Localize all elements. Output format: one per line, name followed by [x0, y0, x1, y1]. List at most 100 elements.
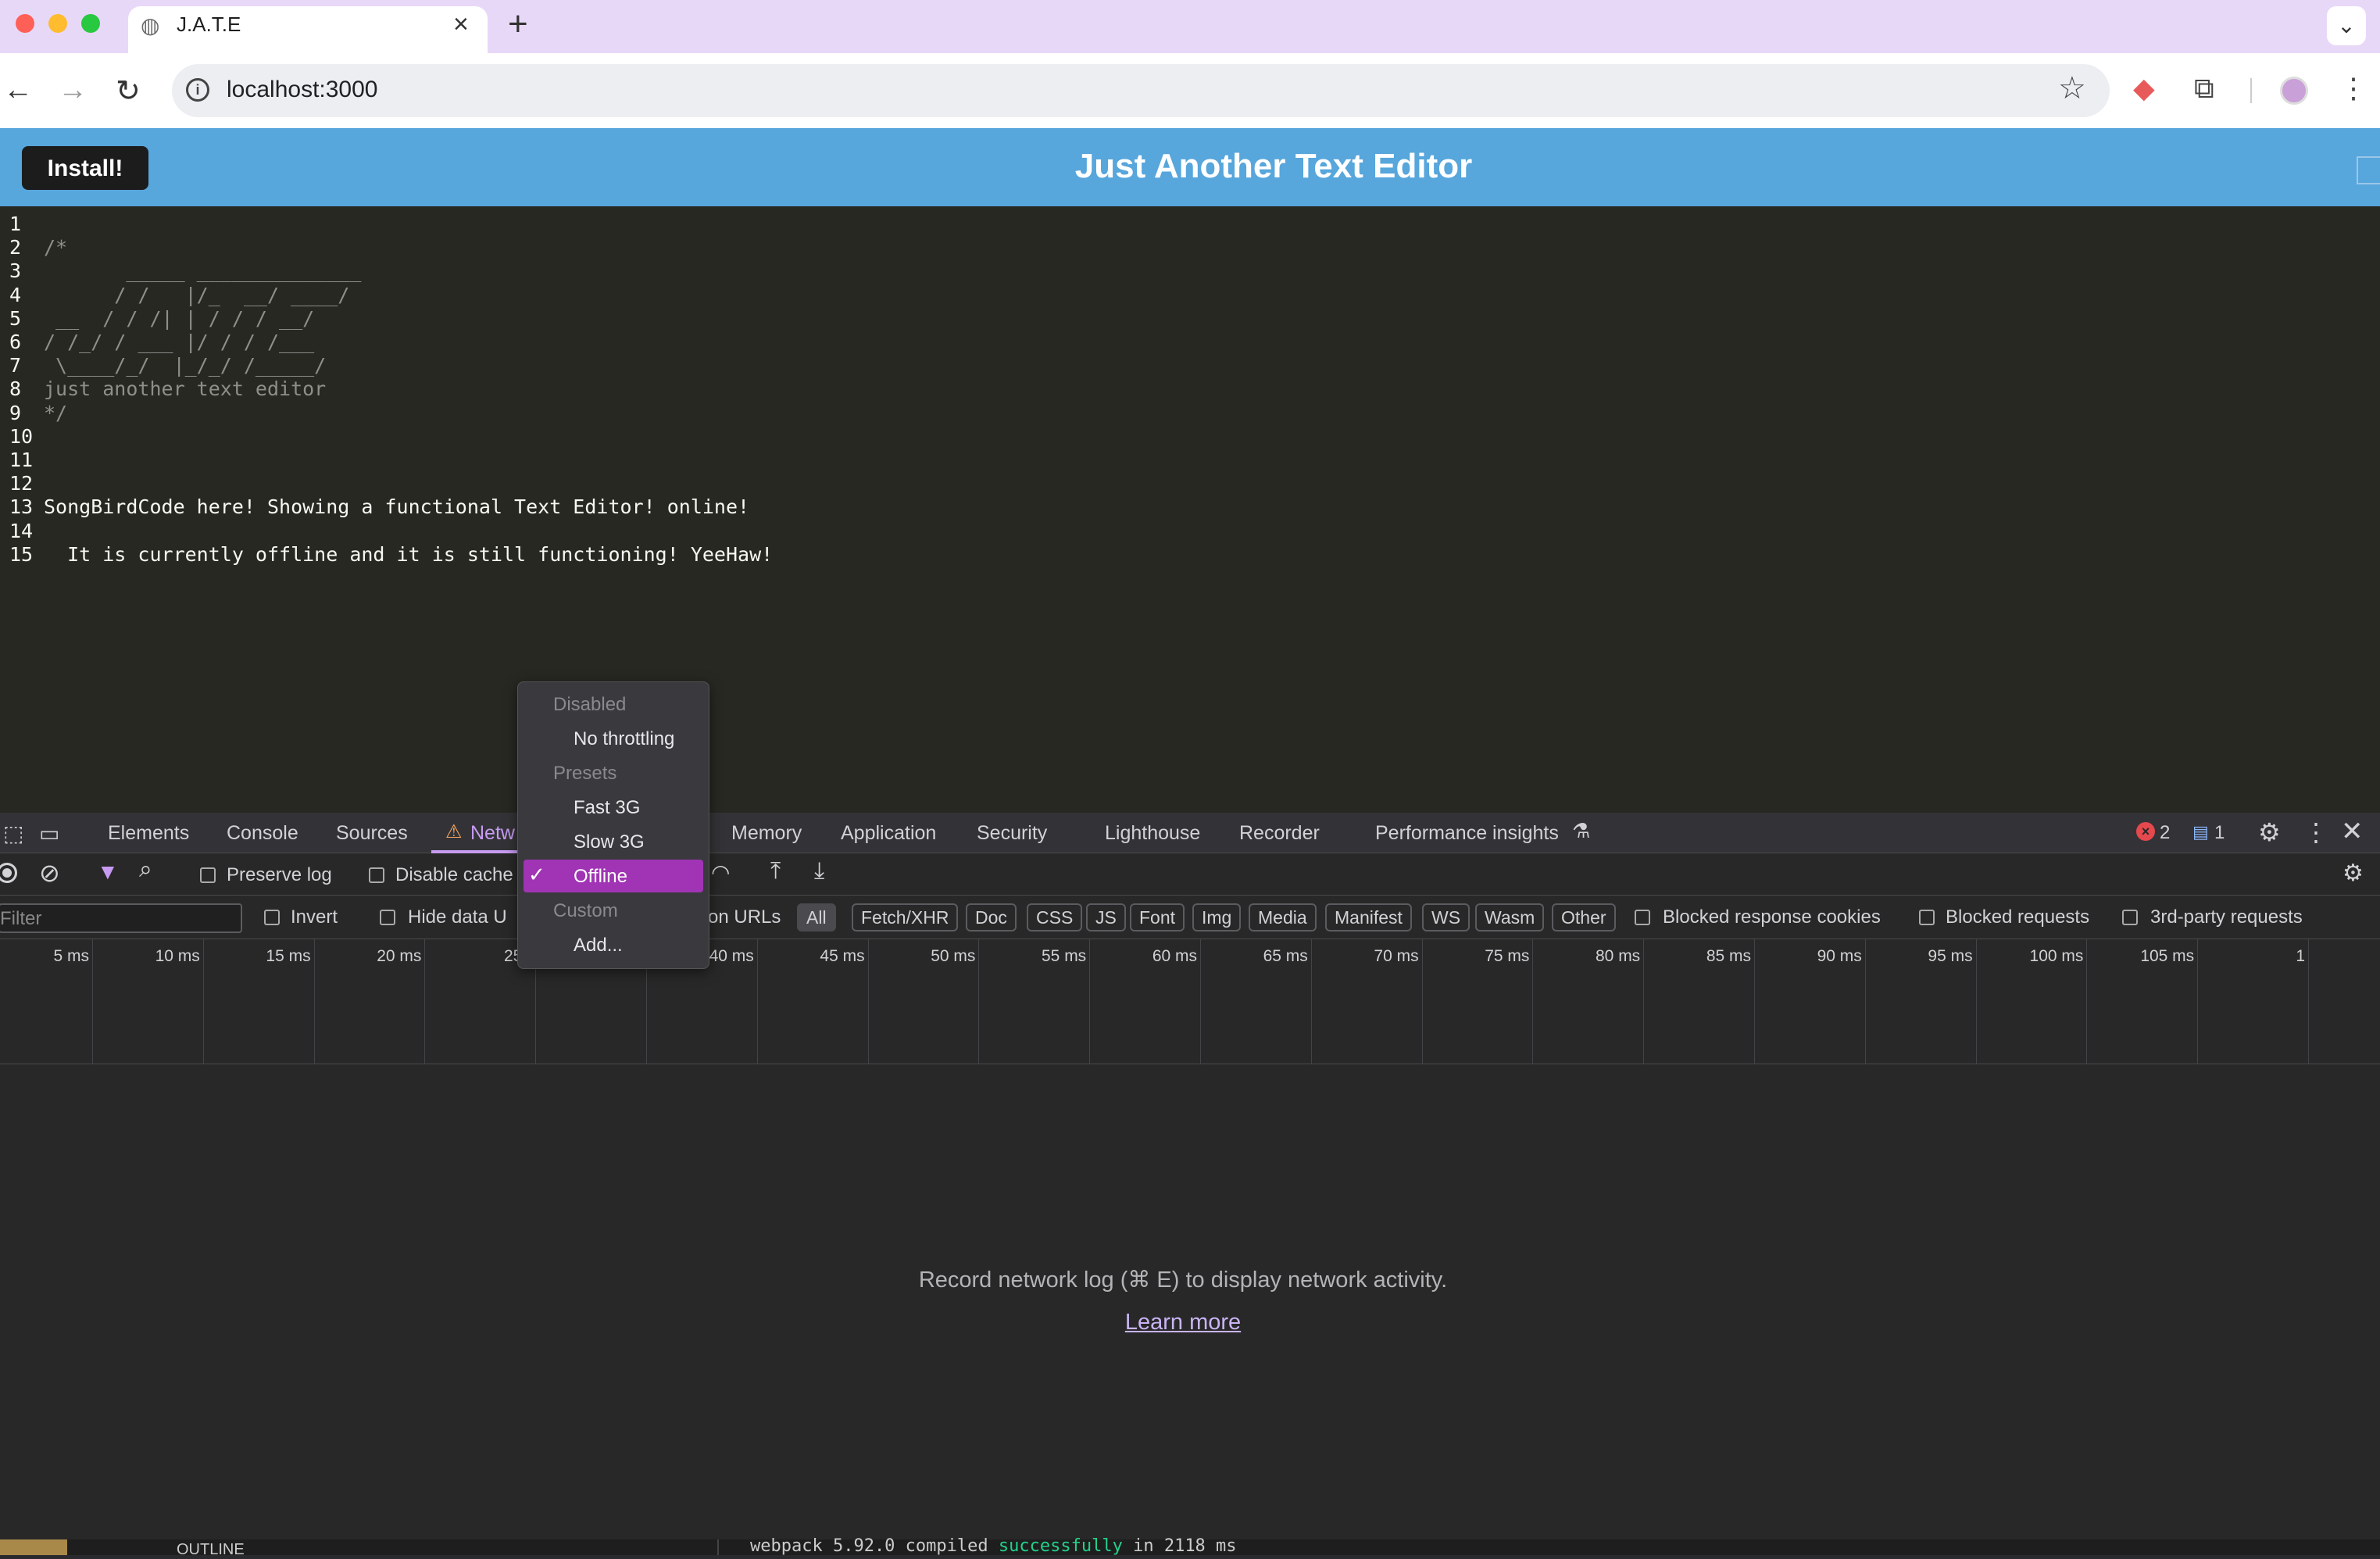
blocked-requests-label[interactable]: Blocked requests — [1946, 906, 2089, 928]
line-text[interactable]: SongBirdCode here! Showing a functional … — [44, 495, 749, 518]
tab-performance-insights[interactable]: Performance insights — [1375, 822, 1559, 845]
third-party-label[interactable]: 3rd-party requests — [2150, 906, 2303, 928]
info-icon[interactable]: i — [186, 78, 209, 102]
error-icon[interactable]: × — [2136, 822, 2155, 841]
kebab-menu-icon[interactable]: ⋮ — [2303, 817, 2328, 847]
menu-item-add[interactable]: Add... — [574, 935, 623, 956]
type-filter-fetch-xhr[interactable]: Fetch/XHR — [852, 903, 959, 931]
editor-line[interactable]: 4 / / |/_ __/ ____/ — [9, 284, 349, 307]
line-text[interactable]: / /_/ / ___ |/ / / /___ — [44, 331, 314, 353]
menu-item-offline-label[interactable]: Offline — [574, 866, 627, 888]
line-text[interactable]: _____ ______________ — [44, 259, 361, 282]
type-filter-ws[interactable]: WS — [1422, 903, 1471, 931]
editor-line[interactable]: 10 — [9, 425, 44, 449]
type-filter-wasm[interactable]: Wasm — [1475, 903, 1545, 931]
reload-icon[interactable]: ↻ — [116, 73, 141, 109]
disable-cache-label[interactable]: Disable cache — [395, 864, 513, 886]
line-text[interactable]: \____/_/ |_/_/ /_____/ — [44, 354, 326, 377]
message-icon[interactable]: ▤ — [2192, 822, 2209, 842]
line-text[interactable]: / / |/_ __/ ____/ — [44, 284, 349, 306]
window-zoom-button[interactable] — [81, 14, 100, 33]
type-filter-other[interactable]: Other — [1552, 903, 1616, 931]
tab-network[interactable]: Netw — [470, 822, 515, 845]
filter-icon[interactable]: ▼ — [97, 860, 119, 885]
line-text[interactable]: It is currently offline and it is still … — [44, 543, 773, 566]
preserve-log-checkbox[interactable] — [200, 867, 216, 883]
close-icon[interactable]: × — [453, 9, 469, 40]
disable-cache-checkbox[interactable] — [369, 867, 384, 883]
line-text[interactable]: */ — [44, 402, 67, 424]
window-close-button[interactable] — [16, 14, 34, 33]
editor-line[interactable]: 2 /* — [9, 236, 67, 259]
tab-lighthouse[interactable]: Lighthouse — [1105, 822, 1200, 845]
editor-line[interactable]: 13 SongBirdCode here! Showing a functiona… — [9, 495, 749, 519]
gear-icon[interactable]: ⚙ — [2258, 817, 2281, 847]
url-text[interactable]: localhost:3000 — [227, 77, 377, 103]
close-icon[interactable]: ✕ — [2341, 816, 2364, 847]
blocked-requests-checkbox[interactable] — [1919, 910, 1935, 925]
editor-line[interactable]: 7 \____/_/ |_/_/ /_____/ — [9, 354, 326, 377]
preserve-log-label[interactable]: Preserve log — [227, 864, 332, 886]
editor-line[interactable]: 5 __ / / /| | / / / __/ — [9, 307, 314, 331]
filter-placeholder[interactable]: Filter — [0, 908, 41, 930]
editor-line[interactable]: 9 */ — [9, 402, 67, 425]
menu-item-no-throttling[interactable]: No throttling — [574, 728, 674, 750]
editor-line[interactable]: 11 — [9, 449, 44, 472]
error-count[interactable]: 2 — [2160, 822, 2170, 844]
tab-application[interactable]: Application — [841, 822, 936, 845]
type-filter-all[interactable]: All — [797, 903, 836, 931]
type-filter-doc[interactable]: Doc — [966, 903, 1017, 931]
message-count[interactable]: 1 — [2214, 822, 2225, 844]
invert-checkbox[interactable] — [264, 910, 280, 925]
avatar[interactable] — [2280, 77, 2308, 105]
network-settings-gear-icon[interactable]: ⚙ — [2342, 860, 2364, 887]
star-icon[interactable]: ☆ — [2058, 70, 2086, 106]
outline-label[interactable]: OUTLINE — [177, 1541, 245, 1559]
editor-line[interactable]: 3 _____ ______________ — [9, 259, 361, 283]
forward-arrow-icon[interactable]: → — [58, 73, 88, 107]
editor-line[interactable]: 12 — [9, 472, 44, 495]
kebab-menu-icon[interactable]: ⋮ — [2339, 72, 2367, 105]
inspect-icon[interactable]: ⬚ — [3, 821, 23, 846]
window-minimize-button[interactable] — [48, 14, 67, 33]
line-text[interactable]: __ / / /| | / / / __/ — [44, 307, 314, 330]
tab-security[interactable]: Security — [977, 822, 1047, 845]
learn-more-link[interactable]: Learn more — [0, 1310, 2366, 1336]
type-filter-js[interactable]: JS — [1086, 903, 1126, 931]
download-icon[interactable]: ⤓ — [814, 858, 824, 885]
hide-data-urls-checkbox[interactable] — [380, 910, 395, 925]
hide-data-urls-label[interactable]: Hide data U — [408, 906, 507, 928]
type-filter-manifest[interactable]: Manifest — [1325, 903, 1412, 931]
address-bar[interactable] — [172, 64, 2110, 117]
chevron-down-icon[interactable]: ⌄ — [2327, 6, 2366, 45]
invert-label[interactable]: Invert — [291, 906, 338, 928]
blocked-cookies-label[interactable]: Blocked response cookies — [1663, 906, 1881, 928]
type-filter-img[interactable]: Img — [1192, 903, 1242, 931]
tab-memory[interactable]: Memory — [731, 822, 802, 845]
editor-line[interactable]: 1 — [9, 213, 44, 236]
back-arrow-icon[interactable]: ← — [3, 73, 33, 107]
extension-icon[interactable]: ◆ — [2133, 72, 2155, 105]
hide-extension-urls-label[interactable]: on URLs — [708, 906, 781, 928]
tab-recorder[interactable]: Recorder — [1239, 822, 1320, 845]
tab-elements[interactable]: Elements — [108, 822, 189, 845]
plus-icon[interactable]: + — [508, 5, 528, 44]
device-toolbar-icon[interactable]: ▭ — [39, 821, 59, 846]
type-filter-font[interactable]: Font — [1130, 903, 1185, 931]
blocked-cookies-checkbox[interactable] — [1635, 910, 1650, 925]
editor-line[interactable]: 6 / /_/ / ___ |/ / / /___ — [9, 331, 314, 354]
clear-icon[interactable]: ⊘ — [39, 858, 60, 888]
menu-item-fast-3g[interactable]: Fast 3G — [574, 797, 640, 819]
upload-icon[interactable]: ⤒ — [770, 858, 781, 885]
type-filter-media[interactable]: Media — [1249, 903, 1317, 931]
editor-line[interactable]: 15 It is currently offline and it is sti… — [9, 543, 773, 567]
network-conditions-icon[interactable]: ◠ — [711, 860, 730, 885]
editor-line[interactable]: 8 just another text editor — [9, 377, 326, 401]
tab-console[interactable]: Console — [227, 822, 298, 845]
puzzle-icon[interactable]: ⧉ — [2194, 72, 2214, 105]
line-text[interactable]: /* — [44, 236, 67, 259]
editor-line[interactable]: 14 — [9, 520, 44, 543]
tab-sources[interactable]: Sources — [336, 822, 408, 845]
line-text[interactable]: just another text editor — [44, 377, 326, 400]
search-icon[interactable]: ⌕ — [139, 856, 152, 883]
